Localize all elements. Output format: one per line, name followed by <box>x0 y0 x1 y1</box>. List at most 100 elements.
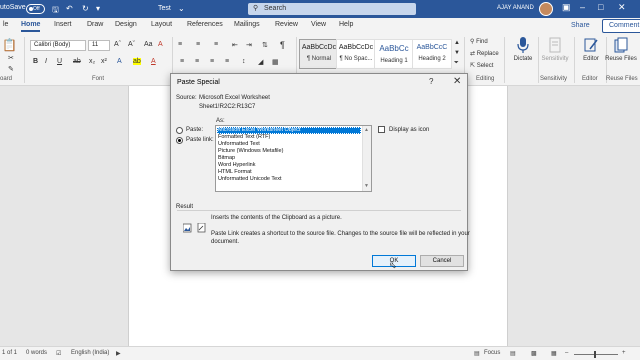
styles-scroll-down-icon[interactable]: ▼ <box>454 50 460 56</box>
format-painter-icon[interactable]: ✎ <box>8 65 14 73</box>
close-icon[interactable]: ✕ <box>618 2 626 13</box>
numbering-icon[interactable]: ≡ <box>196 41 200 48</box>
scroll-up-icon[interactable]: ▲ <box>364 127 369 133</box>
strikethrough-icon[interactable]: ab <box>73 58 81 65</box>
paste-link-radio[interactable] <box>176 137 183 144</box>
change-case-icon[interactable]: Aa <box>144 41 153 48</box>
style-heading-1[interactable]: AaBbCc Heading 1 <box>374 39 414 69</box>
underline-icon[interactable]: U <box>57 58 62 65</box>
styles-more-icon[interactable]: ⏷ <box>454 60 459 67</box>
undo-icon[interactable]: ↶ <box>66 4 73 13</box>
web-layout-icon[interactable]: ▦ <box>551 350 557 357</box>
zoom-slider[interactable] <box>574 354 618 355</box>
dialog-close-icon[interactable]: ✕ <box>453 76 461 87</box>
minimize-icon[interactable]: – <box>580 2 585 12</box>
paste-as-list[interactable]: Microsoft Excel Worksheet Object Formatt… <box>215 125 372 192</box>
tab-draw[interactable]: Draw <box>87 21 103 28</box>
tab-insert[interactable]: Insert <box>54 21 72 28</box>
line-spacing-icon[interactable]: ↕ <box>242 58 246 65</box>
display-as-icon-checkbox[interactable] <box>378 126 385 133</box>
list-item[interactable]: Microsoft Excel Worksheet Object <box>217 127 361 134</box>
font-color-icon[interactable]: A <box>151 58 156 65</box>
help-icon[interactable]: ? <box>429 77 433 86</box>
focus-icon[interactable]: ▤ <box>474 350 480 357</box>
tab-help[interactable]: Help <box>339 21 353 28</box>
tab-mailings[interactable]: Mailings <box>234 21 260 28</box>
print-layout-icon[interactable]: ▩ <box>531 350 537 357</box>
proofing-icon[interactable]: ☑ <box>56 350 61 357</box>
align-right-icon[interactable]: ≡ <box>210 58 214 65</box>
paste-icon[interactable]: 📋 <box>2 38 17 52</box>
accessibility-icon[interactable]: ▶ <box>116 350 121 357</box>
scroll-down-icon[interactable]: ▼ <box>364 183 369 189</box>
list-scrollbar[interactable]: ▲ ▼ <box>362 126 371 191</box>
autosave-toggle[interactable]: Off <box>26 4 45 14</box>
shrink-font-icon[interactable]: Aˇ <box>128 41 135 48</box>
center-icon[interactable]: ≡ <box>195 58 199 65</box>
cancel-button[interactable]: Cancel <box>420 255 464 267</box>
language-indicator[interactable]: English (India) <box>71 350 109 356</box>
show-formatting-icon[interactable]: ¶ <box>280 40 285 50</box>
decrease-indent-icon[interactable]: ⇤ <box>232 41 238 49</box>
bullets-icon[interactable]: ≡ <box>178 41 182 48</box>
list-item[interactable]: Formatted Text (RTF) <box>217 134 361 141</box>
editor-button[interactable]: Editor <box>575 37 607 62</box>
list-item[interactable]: Unformatted Unicode Text <box>217 176 361 183</box>
redo-icon[interactable]: ↻ <box>82 4 89 13</box>
zoom-slider-thumb[interactable] <box>594 351 596 358</box>
maximize-icon[interactable]: □ <box>598 2 603 12</box>
word-count[interactable]: 0 words <box>26 350 47 356</box>
styles-scroll-up-icon[interactable]: ▲ <box>454 40 460 46</box>
list-item[interactable]: HTML Format <box>217 169 361 176</box>
text-effects-icon[interactable]: A <box>117 58 122 65</box>
highlight-icon[interactable]: ab <box>133 58 141 65</box>
style-no-spacing[interactable]: AaBbCcDc ¶ No Spac... <box>336 39 376 69</box>
zoom-out-icon[interactable]: – <box>565 350 568 356</box>
search-input[interactable]: ⚲ Search <box>248 3 416 15</box>
grow-font-icon[interactable]: Aˆ <box>114 41 121 48</box>
reuse-files-button[interactable]: Reuse Files <box>605 37 637 62</box>
share-button[interactable]: Share <box>559 19 599 33</box>
select-button[interactable]: ⇱ Select <box>470 62 493 69</box>
list-item[interactable]: Word Hyperlink <box>217 162 361 169</box>
font-name-select[interactable]: Calibri (Body) <box>30 40 86 51</box>
paste-radio[interactable] <box>176 127 183 134</box>
zoom-in-icon[interactable]: + <box>622 350 626 356</box>
justify-icon[interactable]: ≡ <box>225 58 229 65</box>
sort-icon[interactable]: ⇅ <box>262 41 268 49</box>
comments-button[interactable]: Comment <box>602 19 640 33</box>
page-count[interactable]: 1 of 1 <box>2 350 17 356</box>
align-left-icon[interactable]: ≡ <box>180 58 184 65</box>
style-heading-2[interactable]: AaBbCcC Heading 2 <box>412 39 452 69</box>
list-item[interactable]: Bitmap <box>217 155 361 162</box>
tab-view[interactable]: View <box>311 21 326 28</box>
tab-home[interactable]: Home <box>21 21 41 32</box>
shading-icon[interactable]: ◢ <box>258 58 263 66</box>
superscript-icon[interactable]: x² <box>101 58 107 65</box>
style-normal[interactable]: AaBbCcDc ¶ Normal <box>299 39 339 69</box>
bold-icon[interactable]: B <box>33 58 38 65</box>
find-button[interactable]: ⚲ Find <box>470 38 488 45</box>
replace-button[interactable]: ⇄ Replace <box>470 50 499 57</box>
borders-icon[interactable]: ▦ <box>272 58 279 66</box>
tab-references[interactable]: References <box>187 21 223 28</box>
multilevel-list-icon[interactable]: ≡ <box>214 41 218 48</box>
sensitivity-button[interactable]: Sensitivity <box>539 37 571 62</box>
avatar[interactable] <box>539 2 553 16</box>
read-mode-icon[interactable]: ▤ <box>510 350 516 357</box>
tab-design[interactable]: Design <box>115 21 137 28</box>
list-item[interactable]: Picture (Windows Metafile) <box>217 148 361 155</box>
customize-toolbar-icon[interactable]: ▾ <box>96 4 100 13</box>
ribbon-display-icon[interactable]: ▣ <box>562 2 571 13</box>
focus-label[interactable]: Focus <box>484 350 500 356</box>
italic-icon[interactable]: I <box>45 58 47 65</box>
font-size-select[interactable]: 11 <box>88 40 110 51</box>
list-item[interactable]: Unformatted Text <box>217 141 361 148</box>
clear-formatting-icon[interactable]: A <box>158 41 163 48</box>
tab-file[interactable]: le <box>3 21 8 28</box>
title-dropdown-icon[interactable]: ⌄ <box>178 4 185 13</box>
increase-indent-icon[interactable]: ⇥ <box>246 41 252 49</box>
subscript-icon[interactable]: x₂ <box>89 58 95 65</box>
tab-review[interactable]: Review <box>275 21 298 28</box>
tab-layout[interactable]: Layout <box>151 21 172 28</box>
